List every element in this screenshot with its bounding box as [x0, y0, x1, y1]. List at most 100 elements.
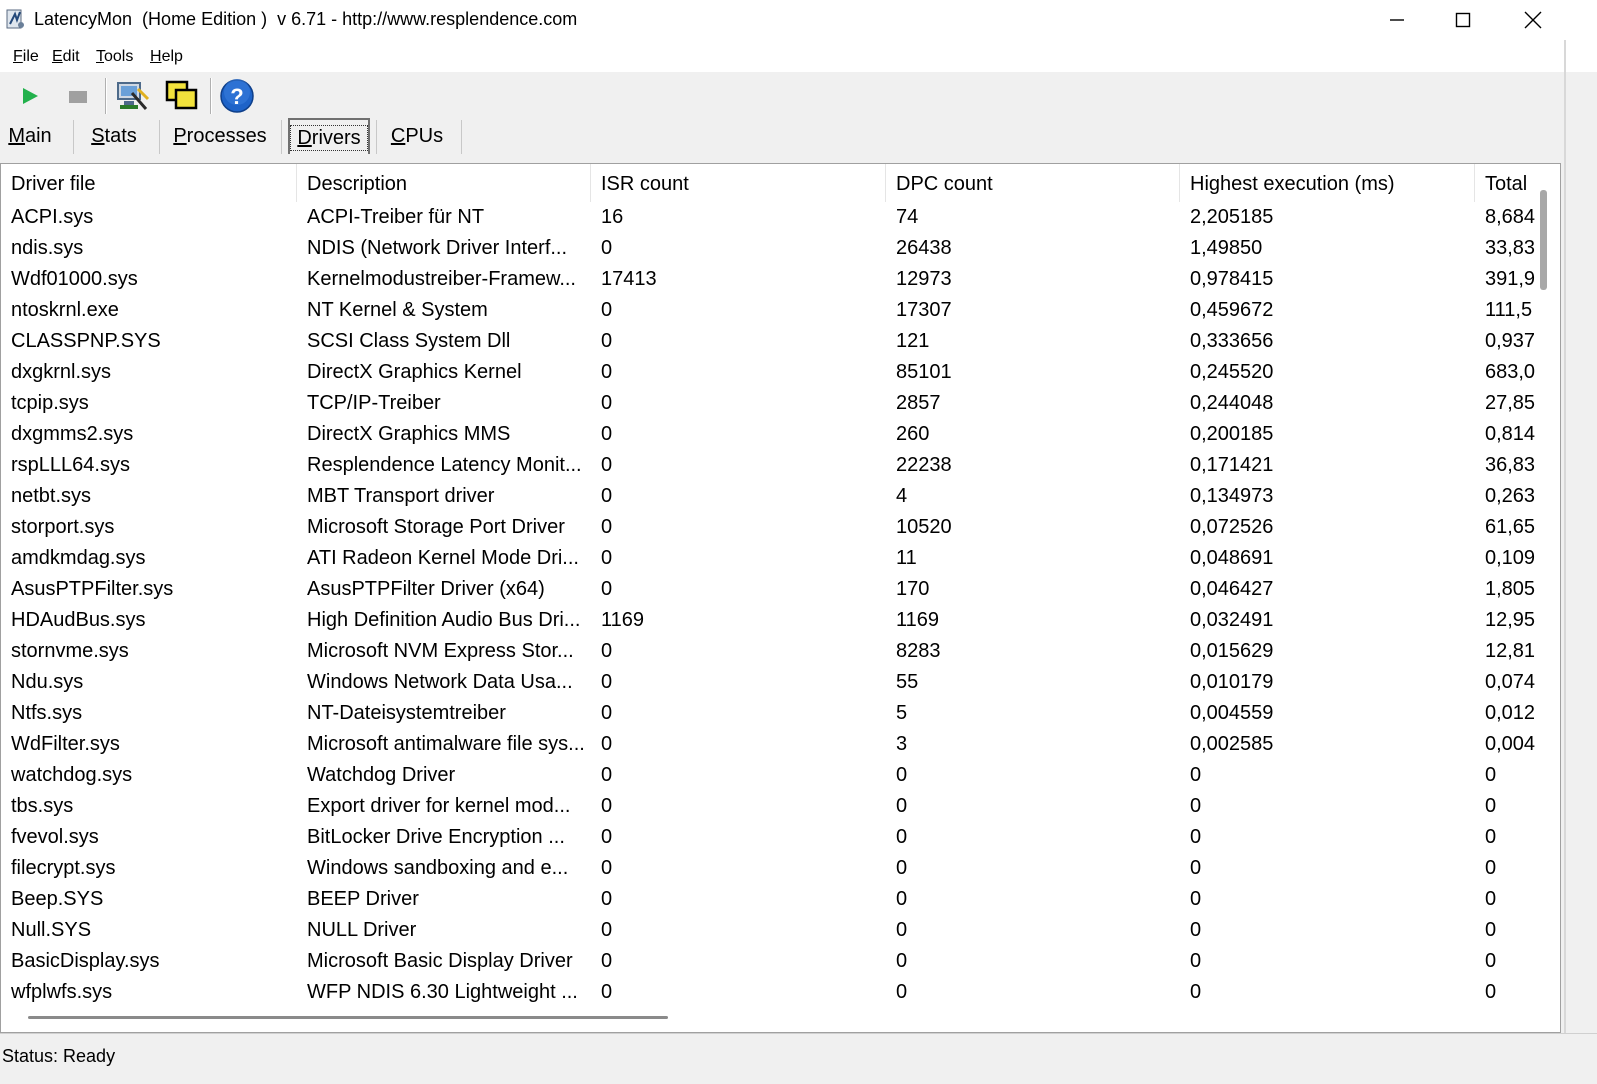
- total-cell: 27,85: [1485, 392, 1536, 414]
- description-cell: Windows sandboxing and e...: [307, 857, 569, 879]
- column-header-driver-file[interactable]: Driver file: [1, 164, 297, 202]
- tab-processes-label: Processes: [173, 125, 266, 147]
- windows-icon: [165, 80, 198, 110]
- table-row[interactable]: ACPI.sys ACPI-Treiber für NT 16 74 2,205185 8…: [1, 202, 1546, 233]
- dpc-count-cell: 260: [896, 423, 930, 445]
- description-cell: NULL Driver: [307, 919, 417, 941]
- start-monitoring-button[interactable]: [12, 76, 48, 116]
- dpc-count-cell: 1169: [896, 609, 940, 631]
- menu-file[interactable]: File: [13, 48, 39, 66]
- description-cell: BEEP Driver: [307, 888, 419, 910]
- highest-execution-cell: 0,134973: [1190, 485, 1274, 507]
- description-cell: TCP/IP-Treiber: [307, 392, 441, 414]
- isr-count-cell: 0: [601, 795, 613, 817]
- table-row[interactable]: dxgkrnl.sys DirectX Graphics Kernel 0 85101…: [1, 357, 1546, 388]
- highest-execution-cell: 1,49850: [1190, 237, 1263, 259]
- dpc-count-cell: 0: [896, 764, 908, 786]
- dpc-count-cell: 0: [896, 919, 908, 941]
- driver-file-cell: BasicDisplay.sys: [11, 950, 160, 972]
- table-row[interactable]: amdkmdag.sys ATI Radeon Kernel Mode Dri..…: [1, 543, 1546, 574]
- table-row[interactable]: BasicDisplay.sys Microsoft Basic Display …: [1, 946, 1546, 977]
- table-row[interactable]: CLASSPNP.SYS SCSI Class System Dll 0 121 0,3…: [1, 326, 1546, 357]
- stop-monitoring-button[interactable]: [60, 76, 96, 116]
- dpc-count-cell: 170: [896, 578, 930, 600]
- isr-count-cell: 0: [601, 392, 613, 414]
- driver-file-cell: tbs.sys: [11, 795, 74, 817]
- total-cell: 111,5: [1485, 299, 1533, 321]
- menu-help-accel: H: [150, 48, 162, 65]
- highest-execution-cell: 0,048691: [1190, 547, 1274, 569]
- column-header-description[interactable]: Description: [297, 164, 591, 202]
- table-row[interactable]: Null.SYS NULL Driver 0 0 0 0: [1, 915, 1546, 946]
- table-row[interactable]: Ndu.sys Windows Network Data Usa... 0 55 0,0…: [1, 667, 1546, 698]
- description-cell: Microsoft Basic Display Driver: [307, 950, 573, 972]
- tab-cpus[interactable]: CPUs: [383, 118, 451, 154]
- total-cell: 0: [1485, 888, 1497, 910]
- total-cell: 0,074: [1485, 671, 1536, 693]
- highest-execution-cell: 0: [1190, 981, 1202, 1003]
- horizontal-scrollbar-thumb[interactable]: [28, 1016, 668, 1019]
- isr-count-cell: 0: [601, 950, 613, 972]
- dpc-count-cell: 85101: [896, 361, 952, 383]
- description-cell: Windows Network Data Usa...: [307, 671, 573, 693]
- toolbar-area: ? Main Stats Processes Drivers CPUs: [0, 72, 1597, 167]
- table-row[interactable]: WdFilter.sys Microsoft antimalware file s…: [1, 729, 1546, 760]
- table-row[interactable]: tbs.sys Export driver for kernel mod... 0 0…: [1, 791, 1546, 822]
- table-row[interactable]: Wdf01000.sys Kernelmodustreiber-Framew...…: [1, 264, 1546, 295]
- monitor-tools-icon: [117, 82, 150, 110]
- table-row[interactable]: rspLLL64.sys Resplendence Latency Monit..…: [1, 450, 1546, 481]
- dpc-count-cell: 74: [896, 206, 919, 228]
- minimize-button[interactable]: [1362, 0, 1432, 40]
- table-row[interactable]: HDAudBus.sys High Definition Audio Bus Dr…: [1, 605, 1546, 636]
- description-cell: SCSI Class System Dll: [307, 330, 511, 352]
- table-row[interactable]: wfplwfs.sys WFP NDIS 6.30 Lightweight ...…: [1, 977, 1546, 1008]
- table-row[interactable]: ndis.sys NDIS (Network Driver Interf... 0 2…: [1, 233, 1546, 264]
- tab-stats-rest: tats: [104, 125, 137, 147]
- table-row[interactable]: Beep.SYS BEEP Driver 0 0 0 0: [1, 884, 1546, 915]
- windows-button[interactable]: [164, 76, 200, 116]
- table-row[interactable]: Ntfs.sys NT-Dateisystemtreiber 0 5 0,004559 0…: [1, 698, 1546, 729]
- table-row[interactable]: AsusPTPFilter.sys AsusPTPFilter Driver (x…: [1, 574, 1546, 605]
- highest-execution-cell: 0,002585: [1190, 733, 1274, 755]
- title-bar: LatencyMon (Home Edition ) v 6.71 - http…: [0, 0, 1597, 40]
- table-row[interactable]: dxgmms2.sys DirectX Graphics MMS 0 260 0,200…: [1, 419, 1546, 450]
- table-row[interactable]: filecrypt.sys Windows sandboxing and e...…: [1, 853, 1546, 884]
- column-header-highest-execution[interactable]: Highest execution (ms): [1180, 164, 1475, 202]
- table-row[interactable]: netbt.sys MBT Transport driver 0 4 0,134973 0…: [1, 481, 1546, 512]
- tab-drivers[interactable]: Drivers: [288, 118, 370, 154]
- tab-main-accel: M: [8, 125, 25, 147]
- maximize-button[interactable]: [1428, 0, 1498, 40]
- tab-processes[interactable]: Processes: [166, 118, 274, 154]
- table-row[interactable]: tcpip.sys TCP/IP-Treiber 0 2857 0,244048 27,8…: [1, 388, 1546, 419]
- description-cell: WFP NDIS 6.30 Lightweight ...: [307, 981, 578, 1003]
- tab-main[interactable]: Main: [0, 118, 60, 154]
- highest-execution-cell: 0: [1190, 795, 1202, 817]
- help-button[interactable]: ?: [219, 76, 255, 116]
- close-button[interactable]: [1498, 0, 1568, 40]
- table-row[interactable]: stornvme.sys Microsoft NVM Express Stor..…: [1, 636, 1546, 667]
- table-row[interactable]: storport.sys Microsoft Storage Port Drive…: [1, 512, 1546, 543]
- driver-file-cell: rspLLL64.sys: [11, 454, 130, 476]
- table-row[interactable]: ntoskrnl.exe NT Kernel & System 0 17307 0,45…: [1, 295, 1546, 326]
- table-row[interactable]: fvevol.sys BitLocker Drive Encryption ...…: [1, 822, 1546, 853]
- dpc-count-cell: 0: [896, 888, 908, 910]
- isr-count-cell: 0: [601, 888, 613, 910]
- menu-help[interactable]: Help: [150, 48, 183, 66]
- isr-count-cell: 16: [601, 206, 624, 228]
- total-cell: 61,65: [1485, 516, 1536, 538]
- column-header-dpc-count[interactable]: DPC count: [886, 164, 1180, 202]
- column-header-total[interactable]: Total: [1475, 164, 1560, 202]
- vertical-scrollbar-thumb[interactable]: [1540, 190, 1547, 290]
- driver-file-cell: HDAudBus.sys: [11, 609, 146, 631]
- menu-tools[interactable]: Tools: [96, 48, 133, 66]
- system-info-button[interactable]: [114, 76, 150, 116]
- highest-execution-cell: 0,200185: [1190, 423, 1274, 445]
- column-header-isr-count[interactable]: ISR count: [591, 164, 886, 202]
- tab-stats[interactable]: Stats: [80, 118, 148, 154]
- table-row[interactable]: watchdog.sys Watchdog Driver 0 0 0 0: [1, 760, 1546, 791]
- drivers-list[interactable]: Driver file Description ISR count DPC co…: [0, 163, 1561, 1033]
- description-cell: NDIS (Network Driver Interf...: [307, 237, 568, 259]
- play-icon: [23, 88, 38, 104]
- driver-file-cell: Wdf01000.sys: [11, 268, 138, 290]
- menu-edit[interactable]: Edit: [52, 48, 80, 66]
